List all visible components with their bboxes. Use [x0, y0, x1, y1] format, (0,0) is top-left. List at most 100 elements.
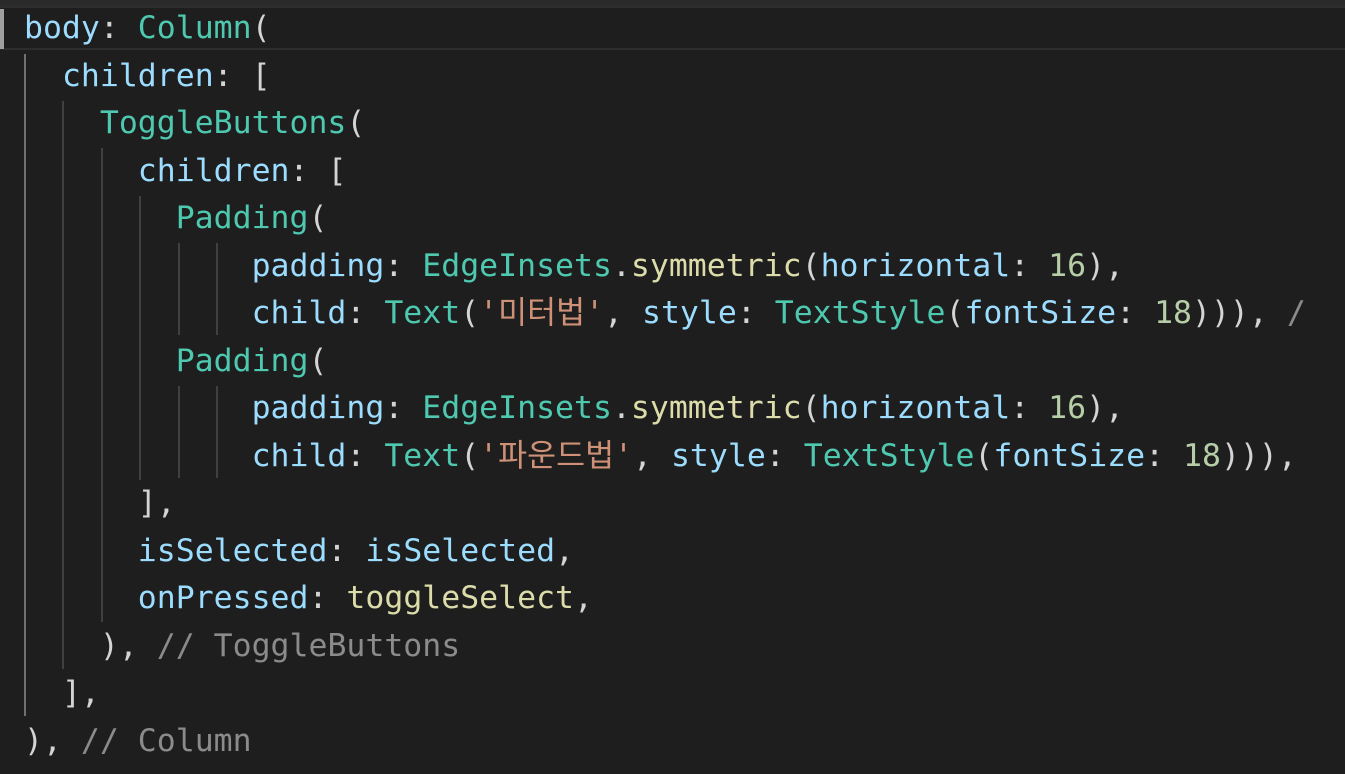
code-token: child	[251, 295, 347, 331]
code-line[interactable]: padding: EdgeInsets.symmetric(horizontal…	[24, 243, 1124, 291]
code-token: Padding	[175, 342, 309, 379]
code-token: ))),	[1220, 437, 1297, 474]
code-token: .	[611, 390, 631, 426]
code-line[interactable]: ],	[24, 480, 176, 528]
code-token: ,	[633, 437, 671, 474]
code-token: : [	[289, 152, 347, 189]
code-token: 16	[1048, 247, 1087, 284]
code-line[interactable]: ), // ToggleButtons	[24, 623, 460, 671]
code-line[interactable]: ToggleButtons(	[24, 100, 366, 148]
code-token: '미터법'	[479, 295, 605, 331]
code-token: children	[137, 152, 290, 189]
code-line[interactable]: Padding(	[24, 195, 328, 243]
code-line[interactable]: onPressed: toggleSelect,	[24, 575, 593, 623]
code-token: :	[346, 437, 385, 474]
code-editor[interactable]: body: Column( children: [ ToggleButtons(…	[0, 0, 1345, 774]
code-token: Padding	[175, 200, 309, 236]
code-token: toggleSelect	[346, 580, 574, 616]
code-token: (	[801, 390, 821, 426]
code-token: style	[641, 295, 737, 331]
code-token: :	[99, 10, 138, 46]
code-token: TextStyle	[774, 295, 946, 331]
code-token: (	[460, 437, 480, 474]
code-token: Column	[137, 10, 252, 46]
code-token: fontSize	[993, 437, 1146, 474]
text-cursor	[0, 9, 4, 49]
code-token: :	[1010, 390, 1049, 426]
code-token: padding	[251, 390, 385, 426]
code-token: Text	[384, 295, 461, 331]
code-token: padding	[251, 247, 385, 284]
code-token: fontSize	[964, 295, 1117, 331]
code-token: (	[308, 200, 328, 236]
code-token: (	[346, 105, 366, 141]
code-token: :	[1010, 247, 1049, 284]
code-token: (	[251, 10, 271, 46]
code-token: ,	[555, 532, 575, 569]
code-token: ],	[61, 675, 100, 711]
code-line[interactable]: child: Text('미터법', style: TextStyle(font…	[24, 290, 1306, 338]
code-token: Text	[384, 437, 461, 474]
code-line[interactable]: Padding(	[24, 338, 328, 386]
code-token: :	[765, 437, 804, 474]
code-token: ToggleButtons	[99, 105, 347, 141]
code-token: (	[801, 247, 821, 284]
code-token: :	[1116, 295, 1155, 331]
code-line[interactable]: padding: EdgeInsets.symmetric(horizontal…	[24, 385, 1124, 433]
code-token: TextStyle	[803, 437, 975, 474]
code-token: body	[24, 10, 100, 46]
code-token: // ToggleButtons	[156, 627, 461, 664]
code-token: ),	[1086, 247, 1125, 284]
code-token: ),	[24, 722, 81, 759]
code-token: symmetric	[630, 390, 802, 426]
code-token: :	[384, 247, 423, 284]
code-line[interactable]: ],	[24, 670, 100, 718]
code-token: symmetric	[630, 247, 802, 284]
code-token: isSelected	[365, 532, 556, 569]
code-line[interactable]: isSelected: isSelected,	[24, 528, 574, 576]
code-line[interactable]: children: [	[24, 148, 347, 196]
code-token: 16	[1048, 390, 1087, 426]
code-token: '파운드법'	[479, 437, 634, 474]
code-token: horizontal	[820, 390, 1011, 426]
code-token: horizontal	[820, 247, 1011, 284]
code-token: .	[611, 247, 631, 284]
code-token: child	[251, 437, 347, 474]
code-token: /	[1286, 295, 1306, 331]
code-token: :	[308, 580, 347, 616]
code-token: EdgeInsets	[422, 247, 612, 284]
code-token: // Column	[80, 722, 252, 759]
code-line[interactable]: children: [	[24, 53, 271, 101]
code-line[interactable]: body: Column(	[24, 5, 271, 53]
code-line[interactable]: ), // Column	[24, 718, 252, 766]
code-token: children	[61, 57, 214, 94]
code-token: ,	[574, 580, 593, 616]
code-token: ))),	[1192, 295, 1287, 331]
code-token: 18	[1183, 437, 1221, 474]
code-token: :	[384, 390, 423, 426]
code-token: :	[327, 532, 366, 569]
code-token: onPressed	[137, 580, 309, 616]
code-token: ],	[137, 485, 176, 521]
code-token: :	[736, 295, 775, 331]
code-token: (	[945, 295, 965, 331]
code-token: style	[670, 437, 766, 474]
code-token: : [	[213, 57, 271, 94]
code-token: ),	[1086, 390, 1125, 426]
code-token: ,	[604, 295, 642, 331]
code-token: EdgeInsets	[422, 390, 612, 426]
code-line[interactable]: child: Text('파운드법', style: TextStyle(fon…	[24, 433, 1297, 481]
code-token: (	[974, 437, 994, 474]
